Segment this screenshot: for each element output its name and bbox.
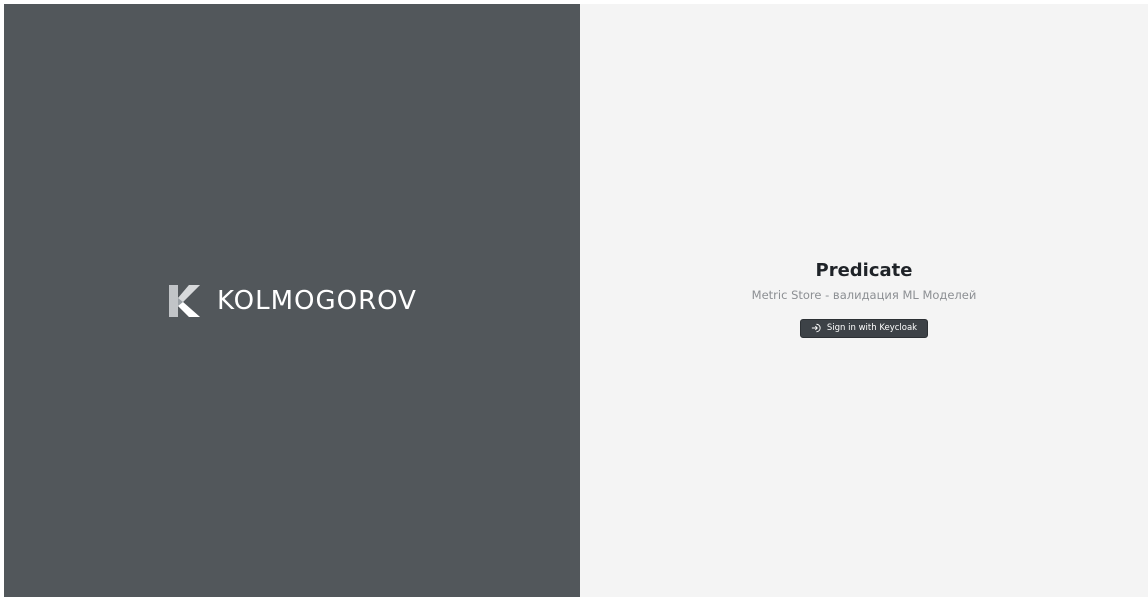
brand-lockup: KOLMOGOROV xyxy=(165,282,417,320)
app-subtitle: Metric Store - валидация ML Моделей xyxy=(751,287,977,302)
login-page: KOLMOGOROV Predicate Metric Store - вали… xyxy=(4,4,1148,597)
signin-button-label: Sign in with Keycloak xyxy=(826,323,918,333)
kolmogorov-logo-icon xyxy=(169,284,201,317)
brand-panel: KOLMOGOROV xyxy=(4,4,580,597)
login-icon xyxy=(811,323,821,333)
keycloak-signin-button[interactable]: Sign in with Keycloak xyxy=(799,318,929,338)
brand-name: KOLMOGOROV xyxy=(217,285,417,316)
app-title: Predicate xyxy=(815,259,913,281)
auth-panel: Predicate Metric Store - валидация ML Мо… xyxy=(580,4,1148,597)
